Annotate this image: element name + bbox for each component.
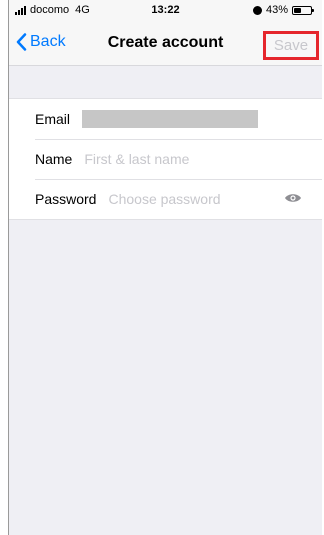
eye-icon[interactable] <box>284 192 302 204</box>
alarm-icon <box>252 5 262 15</box>
screenshot: docomo 4G 13:22 43% Back Create account … <box>0 0 324 535</box>
name-row: Name First & last name <box>9 139 322 179</box>
email-row: Email <box>9 99 322 139</box>
status-right: 43% <box>252 4 314 16</box>
name-label: Name <box>35 151 73 167</box>
account-form: Email Name First & last name Password Ch… <box>9 98 322 220</box>
email-label: Email <box>35 111 71 127</box>
save-button[interactable]: Save <box>263 31 319 60</box>
password-field[interactable]: Choose password <box>108 191 220 207</box>
email-field[interactable] <box>82 110 259 128</box>
battery-fill <box>294 7 301 13</box>
battery-icon <box>292 5 314 15</box>
password-row: Password Choose password <box>9 179 322 219</box>
navigation-bar: Back Create account Save <box>9 22 322 66</box>
name-field[interactable]: First & last name <box>84 151 189 167</box>
password-label: Password <box>35 191 97 207</box>
battery-percent: 43% <box>265 4 288 16</box>
phone-screen: docomo 4G 13:22 43% Back Create account … <box>9 0 322 535</box>
status-bar: docomo 4G 13:22 43% <box>9 0 322 22</box>
